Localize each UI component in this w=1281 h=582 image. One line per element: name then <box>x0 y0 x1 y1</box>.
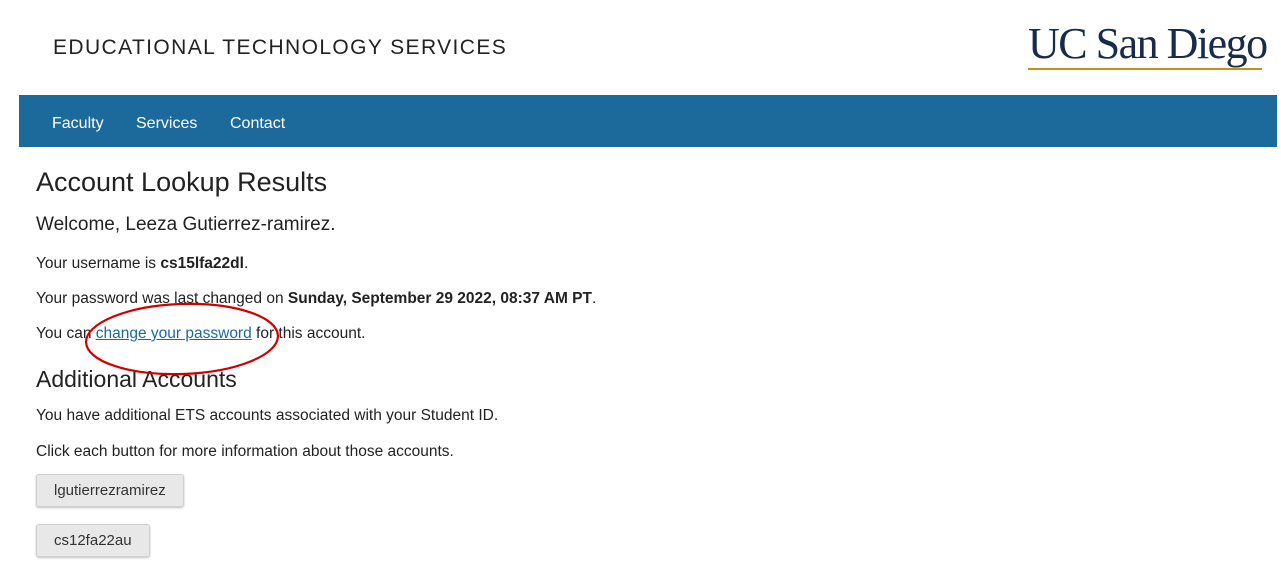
additional-accounts-heading: Additional Accounts <box>36 366 237 392</box>
change-password-line: You can change your password for this ac… <box>36 325 365 343</box>
main-nav: Faculty Services Contact <box>19 95 1277 147</box>
welcome-message: Welcome, Leeza Gutierrez-ramirez. <box>36 214 336 235</box>
username-value: cs15lfa22dl <box>160 255 244 272</box>
username-prefix: Your username is <box>36 255 161 272</box>
logo-underline <box>1028 68 1262 70</box>
ucsd-logo[interactable]: UC San Diego <box>1028 19 1268 72</box>
logo-text: UC San Diego <box>1028 19 1268 68</box>
password-changed-date: Sunday, September 29 2022, 08:37 AM PT <box>287 290 592 307</box>
account-button-lgutierrezramirez[interactable]: lgutierrezramirez <box>36 474 184 507</box>
site-title: EDUCATIONAL TECHNOLOGY SERVICES <box>53 36 508 59</box>
change-password-link[interactable]: change your password <box>96 325 252 342</box>
nav-item-services[interactable]: Services <box>136 95 197 147</box>
page-title: Account Lookup Results <box>36 167 328 197</box>
change-suffix: for this account. <box>251 325 366 342</box>
additional-accounts-instruction: Click each button for more information a… <box>36 443 454 460</box>
password-prefix: Your password was last changed on <box>36 290 288 307</box>
password-suffix: . <box>592 290 597 307</box>
username-line: Your username is cs15lfa22dl. <box>36 255 248 273</box>
nav-item-faculty[interactable]: Faculty <box>52 95 104 147</box>
change-prefix: You can <box>36 325 96 342</box>
nav-item-contact[interactable]: Contact <box>230 95 285 147</box>
header: EDUCATIONAL TECHNOLOGY SERVICES UC San D… <box>0 0 1281 95</box>
account-button-cs12fa22au[interactable]: cs12fa22au <box>36 524 150 557</box>
username-suffix: . <box>243 255 249 272</box>
password-changed-line: Your password was last changed on Sunday… <box>36 290 596 308</box>
page: EDUCATIONAL TECHNOLOGY SERVICES UC San D… <box>0 0 1281 582</box>
additional-accounts-info: You have additional ETS accounts associa… <box>36 407 499 424</box>
